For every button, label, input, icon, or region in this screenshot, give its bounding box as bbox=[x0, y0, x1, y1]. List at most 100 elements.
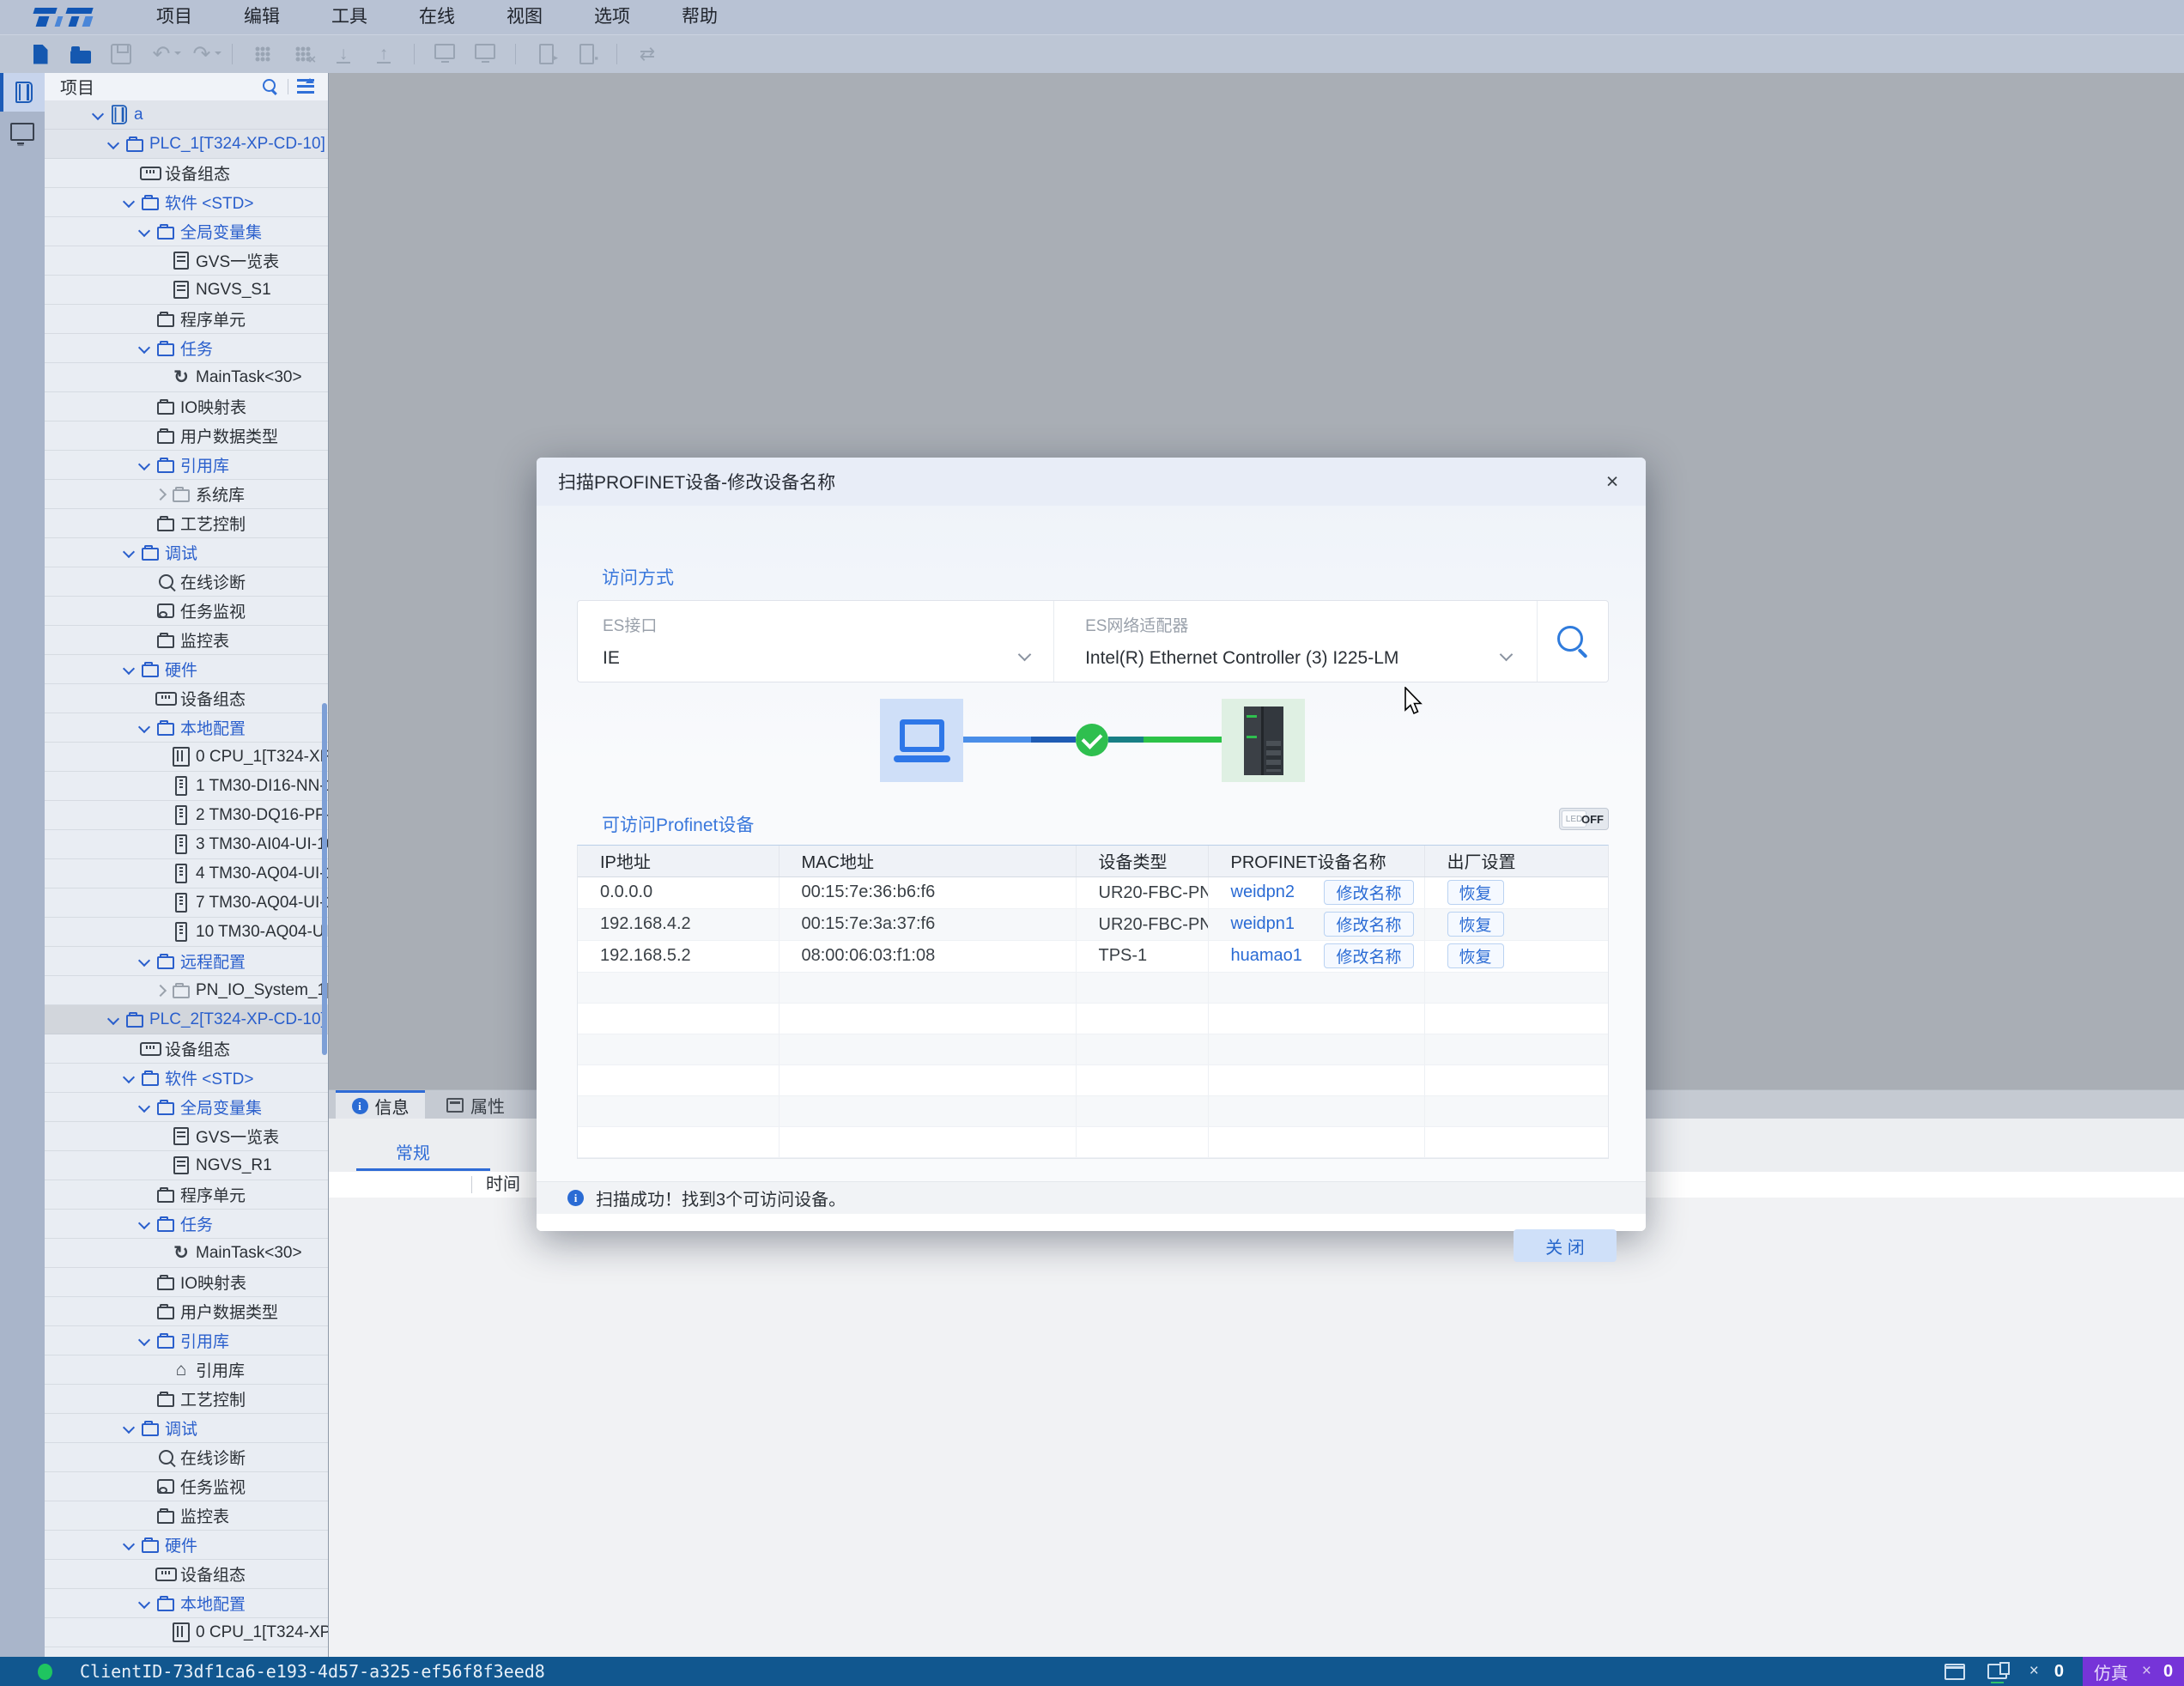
tree-item[interactable]: 10 TM30-AQ04-UI-1⋯ bbox=[45, 918, 328, 947]
tree-item[interactable]: NGVS_R1 bbox=[45, 1151, 328, 1180]
tree-item[interactable]: 任务监视 bbox=[45, 1472, 328, 1501]
chevron-down-icon[interactable] bbox=[1018, 648, 1032, 662]
compile-cancel-icon[interactable] bbox=[288, 39, 318, 69]
tree-item[interactable]: PLC_2[T324-XP-CD-10] bbox=[45, 1005, 328, 1034]
tree-item[interactable]: 全局变量集 bbox=[45, 1093, 328, 1122]
tree-item[interactable]: 在线诊断 bbox=[45, 1443, 328, 1472]
tree-expander-icon[interactable] bbox=[151, 981, 170, 1000]
tree-expander-icon[interactable] bbox=[136, 719, 155, 737]
es-adapter-select[interactable]: ES网络适配器 Intel(R) Ethernet Controller (3)… bbox=[1054, 601, 1538, 682]
close-button[interactable]: 关 闭 bbox=[1514, 1229, 1617, 1262]
project-explorer-button[interactable] bbox=[0, 72, 45, 112]
compile-icon[interactable] bbox=[248, 39, 277, 69]
tree-item[interactable]: GVS一览表 bbox=[45, 246, 328, 276]
tree-item[interactable]: 系统库 bbox=[45, 480, 328, 509]
tree-item[interactable]: 监控表 bbox=[45, 1501, 328, 1531]
tree-item[interactable]: 程序单元 bbox=[45, 305, 328, 334]
tree-item[interactable]: 硬件 bbox=[45, 655, 328, 684]
tree-item[interactable]: 用户数据类型 bbox=[45, 422, 328, 451]
tree-scrollbar-thumb[interactable] bbox=[322, 703, 327, 1055]
tree-expander-icon[interactable] bbox=[136, 1215, 155, 1234]
tree-expander-icon[interactable] bbox=[89, 106, 108, 124]
start-plc-icon[interactable] bbox=[531, 39, 561, 69]
tree-item[interactable]: 监控表 bbox=[45, 626, 328, 655]
tree-expander-icon[interactable] bbox=[136, 1331, 155, 1350]
tree-item[interactable]: MainTask<30> bbox=[45, 1239, 328, 1268]
tree-item[interactable]: 软件 <STD> bbox=[45, 1064, 328, 1093]
search-icon[interactable] bbox=[262, 78, 279, 95]
tree-expander-icon[interactable] bbox=[151, 485, 170, 504]
tree-item[interactable]: 设备组态 bbox=[45, 1034, 328, 1064]
menu-item-7[interactable]: 帮助 bbox=[656, 0, 743, 34]
simulation-badge[interactable]: 仿真 × 0 bbox=[2083, 1657, 2184, 1686]
tree-item[interactable]: 在线诊断 bbox=[45, 567, 328, 597]
tree-expander-icon[interactable] bbox=[120, 660, 139, 679]
new-file-icon[interactable] bbox=[26, 39, 55, 69]
tree-expander-icon[interactable] bbox=[136, 456, 155, 475]
tree-item[interactable]: 硬件 bbox=[45, 1531, 328, 1560]
tree-item[interactable]: a bbox=[45, 100, 328, 130]
es-interface-select[interactable]: ES接口 IE bbox=[578, 601, 1054, 682]
download-icon[interactable] bbox=[329, 39, 358, 69]
tree-item[interactable]: 全局变量集 bbox=[45, 217, 328, 246]
scan-search-icon[interactable] bbox=[1556, 624, 1590, 658]
menu-item-2[interactable]: 编辑 bbox=[218, 0, 306, 34]
tree-item[interactable]: 0 CPU_1[T324-XP-C⋯ bbox=[45, 743, 328, 772]
device-view-button[interactable] bbox=[0, 112, 45, 151]
restore-button[interactable]: 恢复 bbox=[1447, 880, 1504, 905]
led-toggle[interactable]: LED OFF bbox=[1559, 808, 1609, 830]
tree-item[interactable]: 任务 bbox=[45, 1210, 328, 1239]
tree-item[interactable]: GVS一览表 bbox=[45, 1122, 328, 1151]
tree-item[interactable]: 用户数据类型 bbox=[45, 1297, 328, 1326]
tree-expander-icon[interactable] bbox=[136, 1098, 155, 1117]
go-offline-icon[interactable] bbox=[470, 39, 500, 69]
tree-expander-icon[interactable] bbox=[105, 135, 124, 154]
tree-expander-icon[interactable] bbox=[120, 1536, 139, 1555]
tree-item[interactable]: 程序单元 bbox=[45, 1180, 328, 1210]
tree-item[interactable]: IO映射表 bbox=[45, 1268, 328, 1297]
undo-icon[interactable] bbox=[147, 39, 176, 69]
tree-item[interactable]: 调试 bbox=[45, 538, 328, 567]
tree-item[interactable]: 调试 bbox=[45, 1414, 328, 1443]
tree-item[interactable]: 4 TM30-AQ04-UI-10⋯ bbox=[45, 859, 328, 888]
tree-item[interactable]: NGVS_S1 bbox=[45, 276, 328, 305]
sort-filter-icon[interactable] bbox=[297, 79, 314, 94]
tree-expander-icon[interactable] bbox=[120, 1419, 139, 1438]
menu-item-6[interactable]: 选项 bbox=[568, 0, 656, 34]
rename-button[interactable]: 修改名称 bbox=[1324, 943, 1413, 968]
tab-properties[interactable]: 属性 bbox=[425, 1090, 526, 1119]
tree-item[interactable]: 2 TM30-DQ16-PP-10⋯ bbox=[45, 801, 328, 830]
tree-item[interactable]: 3 TM30-AI04-UI-10_⋯ bbox=[45, 830, 328, 859]
tree-item[interactable]: 任务监视 bbox=[45, 597, 328, 626]
tree-item[interactable]: 设备组态 bbox=[45, 1560, 328, 1589]
tree-item[interactable]: 设备组态 bbox=[45, 684, 328, 713]
cross-ref-icon[interactable] bbox=[633, 39, 662, 69]
restore-button[interactable]: 恢复 bbox=[1447, 912, 1504, 937]
tree-item[interactable]: 远程配置 bbox=[45, 947, 328, 976]
restore-button[interactable]: 恢复 bbox=[1447, 943, 1504, 968]
tree-expander-icon[interactable] bbox=[105, 1010, 124, 1029]
tree-item[interactable]: 软件 <STD> bbox=[45, 188, 328, 217]
tree-expander-icon[interactable] bbox=[120, 543, 139, 562]
tree-item[interactable]: 任务 bbox=[45, 334, 328, 363]
tree-item[interactable]: 工艺控制 bbox=[45, 1385, 328, 1414]
tree-item[interactable]: 0 CPU_1[T324-XP-C⋯ bbox=[45, 1618, 328, 1647]
tree-expander-icon[interactable] bbox=[136, 222, 155, 241]
tree-item[interactable]: 引用库 bbox=[45, 1355, 328, 1385]
rename-button[interactable]: 修改名称 bbox=[1324, 880, 1413, 905]
tree-item[interactable]: 7 TM30-AQ04-UI-10⋯ bbox=[45, 888, 328, 918]
tree-expander-icon[interactable] bbox=[136, 952, 155, 971]
window-icon[interactable] bbox=[1944, 1664, 1965, 1680]
download-device-icon[interactable] bbox=[1987, 1664, 2007, 1679]
tree-item[interactable]: IO映射表 bbox=[45, 392, 328, 422]
tree-item[interactable]: 工艺控制 bbox=[45, 509, 328, 538]
close-icon[interactable]: × bbox=[1599, 470, 1625, 494]
tree-item[interactable]: 本地配置 bbox=[45, 1589, 328, 1618]
tree-item[interactable]: PLC_1[T324-XP-CD-10] bbox=[45, 130, 328, 159]
redo-icon[interactable] bbox=[187, 39, 216, 69]
subtab-general[interactable]: 常规 bbox=[396, 1139, 430, 1164]
tree-item[interactable]: 设备组态 bbox=[45, 159, 328, 188]
save-icon[interactable] bbox=[106, 39, 136, 69]
menu-item-3[interactable]: 工具 bbox=[306, 0, 393, 34]
chevron-down-icon[interactable] bbox=[1500, 648, 1514, 662]
